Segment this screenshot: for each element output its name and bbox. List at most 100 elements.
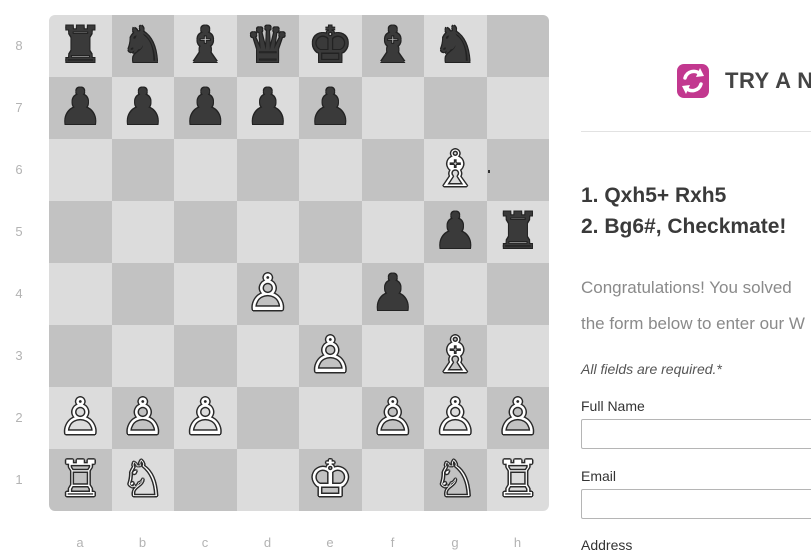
- square-e6[interactable]: [299, 139, 362, 201]
- square-c5[interactable]: [174, 201, 237, 263]
- square-b6[interactable]: [111, 139, 174, 201]
- address-label: Address: [581, 537, 633, 553]
- square-g2[interactable]: ♙: [424, 387, 487, 449]
- square-b7[interactable]: ♟: [111, 77, 174, 139]
- chess-piece[interactable]: ♖: [58, 454, 103, 504]
- square-a2[interactable]: ♙: [49, 387, 112, 449]
- square-c4[interactable]: [174, 263, 237, 325]
- square-f8[interactable]: ♝: [361, 15, 424, 77]
- square-b1[interactable]: ♘: [111, 449, 174, 511]
- chess-piece[interactable]: ♙: [433, 392, 478, 442]
- chess-piece[interactable]: ♜: [58, 20, 103, 70]
- square-h6[interactable]: [486, 139, 549, 201]
- chess-piece[interactable]: ♞: [120, 20, 165, 70]
- chess-piece[interactable]: ♟: [120, 82, 165, 132]
- square-e4[interactable]: [299, 263, 362, 325]
- square-d1[interactable]: [236, 449, 299, 511]
- chess-piece[interactable]: ♙: [495, 392, 540, 442]
- square-b4[interactable]: [111, 263, 174, 325]
- chess-piece[interactable]: ♖: [495, 454, 540, 504]
- chess-piece[interactable]: ♜: [495, 206, 540, 256]
- square-f3[interactable]: [361, 325, 424, 387]
- square-d2[interactable]: [236, 387, 299, 449]
- chess-piece[interactable]: ♟: [370, 268, 415, 318]
- square-a8[interactable]: ♜: [49, 15, 112, 77]
- square-e1[interactable]: ♔: [299, 449, 362, 511]
- square-a4[interactable]: [49, 263, 112, 325]
- square-b5[interactable]: [111, 201, 174, 263]
- square-h2[interactable]: ♙: [486, 387, 549, 449]
- square-h1[interactable]: ♖: [486, 449, 549, 511]
- square-d4[interactable]: ♙: [236, 263, 299, 325]
- chess-piece[interactable]: ♚: [308, 20, 353, 70]
- email-input[interactable]: [581, 489, 811, 519]
- square-g5[interactable]: ♟: [424, 201, 487, 263]
- square-e5[interactable]: [299, 201, 362, 263]
- square-g8[interactable]: ♞: [424, 15, 487, 77]
- square-a5[interactable]: [49, 201, 112, 263]
- square-f5[interactable]: [361, 201, 424, 263]
- chess-piece[interactable]: ♗: [433, 144, 478, 194]
- square-g4[interactable]: [424, 263, 487, 325]
- square-f7[interactable]: [361, 77, 424, 139]
- chess-piece[interactable]: ♟: [433, 206, 478, 256]
- chess-piece[interactable]: ♙: [308, 330, 353, 380]
- square-g1[interactable]: ♘: [424, 449, 487, 511]
- chess-piece[interactable]: ♟: [183, 82, 228, 132]
- chess-piece[interactable]: ♗: [433, 330, 478, 380]
- file-label: b: [138, 535, 147, 550]
- square-h8[interactable]: [486, 15, 549, 77]
- square-h7[interactable]: [486, 77, 549, 139]
- chess-piece[interactable]: ♟: [245, 82, 290, 132]
- square-e7[interactable]: ♟: [299, 77, 362, 139]
- square-b3[interactable]: [111, 325, 174, 387]
- chess-piece[interactable]: ♟: [58, 82, 103, 132]
- chess-piece[interactable]: ♙: [183, 392, 228, 442]
- chess-piece[interactable]: ♙: [370, 392, 415, 442]
- chess-piece[interactable]: ♟: [308, 82, 353, 132]
- square-g3[interactable]: ♗: [424, 325, 487, 387]
- square-g6[interactable]: ♗: [424, 139, 487, 201]
- square-d3[interactable]: [236, 325, 299, 387]
- square-f4[interactable]: ♟: [361, 263, 424, 325]
- chess-piece[interactable]: ♝: [183, 20, 228, 70]
- square-g7[interactable]: [424, 77, 487, 139]
- square-c7[interactable]: ♟: [174, 77, 237, 139]
- square-e8[interactable]: ♚: [299, 15, 362, 77]
- square-e2[interactable]: [299, 387, 362, 449]
- chess-piece[interactable]: ♙: [58, 392, 103, 442]
- chess-piece[interactable]: ♘: [433, 454, 478, 504]
- square-c6[interactable]: [174, 139, 237, 201]
- chess-piece[interactable]: ♘: [120, 454, 165, 504]
- square-d8[interactable]: ♛: [236, 15, 299, 77]
- square-c1[interactable]: [174, 449, 237, 511]
- full-name-input[interactable]: [581, 419, 811, 449]
- square-a6[interactable]: [49, 139, 112, 201]
- square-f2[interactable]: ♙: [361, 387, 424, 449]
- square-b2[interactable]: ♙: [111, 387, 174, 449]
- square-c3[interactable]: [174, 325, 237, 387]
- chess-piece[interactable]: ♝: [370, 20, 415, 70]
- rank-label: 2: [15, 410, 23, 425]
- chess-piece[interactable]: ♛: [245, 20, 290, 70]
- square-c2[interactable]: ♙: [174, 387, 237, 449]
- chess-piece[interactable]: ♙: [120, 392, 165, 442]
- square-h4[interactable]: [486, 263, 549, 325]
- square-a7[interactable]: ♟: [49, 77, 112, 139]
- square-e3[interactable]: ♙: [299, 325, 362, 387]
- chess-piece[interactable]: ♙: [245, 268, 290, 318]
- chess-piece[interactable]: ♔: [308, 454, 353, 504]
- email-label: Email: [581, 468, 617, 484]
- square-h5[interactable]: ♜: [486, 201, 549, 263]
- square-d5[interactable]: [236, 201, 299, 263]
- square-a1[interactable]: ♖: [49, 449, 112, 511]
- chess-piece[interactable]: ♞: [433, 20, 478, 70]
- square-d6[interactable]: [236, 139, 299, 201]
- square-c8[interactable]: ♝: [174, 15, 237, 77]
- square-f1[interactable]: [361, 449, 424, 511]
- square-f6[interactable]: [361, 139, 424, 201]
- square-d7[interactable]: ♟: [236, 77, 299, 139]
- square-a3[interactable]: [49, 325, 112, 387]
- square-b8[interactable]: ♞: [111, 15, 174, 77]
- square-h3[interactable]: [486, 325, 549, 387]
